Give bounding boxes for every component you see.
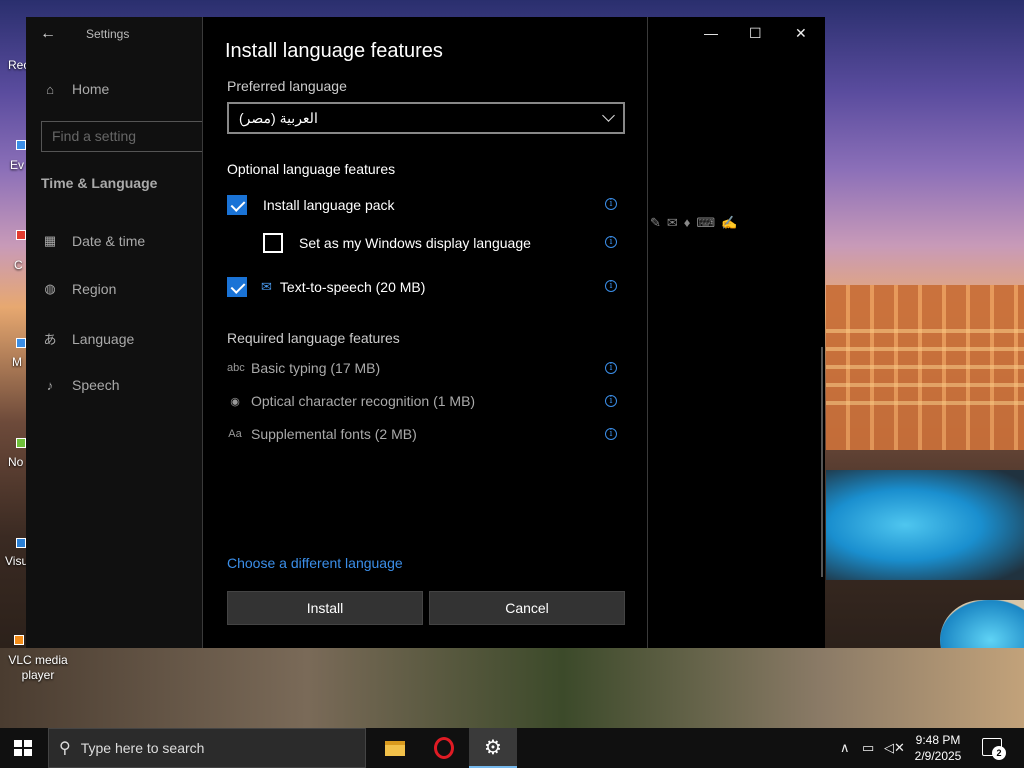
- required-feature-label: Basic typing (17 MB): [251, 360, 381, 376]
- chevron-down-icon: [602, 109, 615, 122]
- vlc-icon: [14, 635, 24, 645]
- text-to-speech-option[interactable]: ✉ Text-to-speech (20 MB): [227, 277, 425, 297]
- sidebar-item-date-time[interactable]: ▦ Date & time: [42, 233, 145, 249]
- required-feature-basic-typing: abc Basic typing (17 MB): [227, 360, 380, 376]
- sidebar-section-heading: Time & Language: [41, 175, 158, 191]
- install-language-pack-option[interactable]: Install language pack: [227, 195, 395, 215]
- desktop-icon-m[interactable]: M: [12, 355, 22, 369]
- info-icon[interactable]: i: [605, 280, 617, 292]
- taskbar-search-input[interactable]: ⚲ Type here to search: [48, 728, 366, 768]
- maximize-button[interactable]: ☐: [749, 25, 762, 42]
- required-feature-label: Optical character recognition (1 MB): [251, 393, 476, 409]
- language-feature-icons: ✎✉♦⌨✍: [650, 215, 744, 230]
- option-label: Install language pack: [263, 197, 395, 213]
- font-aa-icon: Aa: [228, 428, 242, 440]
- sidebar-item-label: Date & time: [72, 233, 146, 249]
- edge-icon: [16, 338, 26, 348]
- notepad-icon: [16, 438, 26, 448]
- required-feature-ocr: ◉ Optical character recognition (1 MB): [227, 393, 475, 409]
- microphone-icon: ♪: [46, 377, 54, 393]
- close-button[interactable]: ✕: [795, 25, 807, 42]
- info-icon[interactable]: i: [605, 395, 617, 407]
- desktop-icon-no[interactable]: No: [8, 455, 23, 469]
- desktop-icon-visu[interactable]: Visu: [5, 554, 28, 568]
- chevron-up-icon[interactable]: ∧: [840, 740, 850, 756]
- wallpaper-pool: [826, 470, 1024, 580]
- sidebar-item-label: Speech: [72, 377, 120, 393]
- required-feature-label: Supplemental fonts (2 MB): [251, 426, 417, 442]
- cancel-button[interactable]: Cancel: [429, 591, 625, 625]
- sidebar-item-language[interactable]: あ Language: [42, 329, 134, 348]
- ocr-eye-icon: ◉: [230, 395, 240, 408]
- display-language-checkbox[interactable]: [263, 233, 283, 253]
- desktop-icon-vlc[interactable]: VLC media player: [8, 653, 68, 683]
- required-feature-fonts: Aa Supplemental fonts (2 MB): [227, 426, 417, 442]
- minimize-button[interactable]: —: [704, 25, 718, 41]
- option-label: Set as my Windows display language: [299, 235, 531, 251]
- desktop-icon-ev[interactable]: Ev: [10, 158, 24, 172]
- vscode-icon: [16, 538, 26, 548]
- clock-date: 2/9/2025: [914, 749, 962, 763]
- search-icon: ⚲: [59, 740, 71, 757]
- sidebar-item-home[interactable]: ⌂ Home: [42, 81, 109, 97]
- desktop-icons: Rec Ev C M No Visu: [0, 0, 29, 728]
- info-icon[interactable]: i: [605, 428, 617, 440]
- desktop-icon-c[interactable]: C: [14, 258, 23, 272]
- wallpaper-buildings: [826, 285, 1024, 450]
- preferred-language-label: Preferred language: [227, 78, 347, 94]
- info-icon[interactable]: i: [605, 198, 617, 210]
- calendar-clock-icon: ▦: [43, 233, 57, 248]
- scrollbar[interactable]: [821, 347, 823, 577]
- back-arrow-icon[interactable]: ←: [40, 25, 56, 43]
- abc-typing-icon: abc: [227, 362, 245, 374]
- text-to-speech-icon: ✉: [261, 279, 272, 294]
- windows-start-icon[interactable]: [14, 740, 32, 756]
- sidebar-item-region[interactable]: ◍ Region: [42, 281, 116, 297]
- required-features-heading: Required language features: [227, 330, 400, 346]
- display-language-option[interactable]: Set as my Windows display language: [263, 233, 531, 253]
- info-icon[interactable]: i: [605, 362, 617, 374]
- file-explorer-icon[interactable]: [371, 728, 419, 768]
- taskbar-search-placeholder: Type here to search: [80, 740, 205, 756]
- find-setting-input[interactable]: Find a setting: [41, 121, 211, 152]
- text-to-speech-checkbox[interactable]: [227, 277, 247, 297]
- optional-features-heading: Optional language features: [227, 161, 396, 177]
- option-label: Text-to-speech (20 MB): [279, 279, 426, 295]
- chrome-icon: [16, 230, 26, 240]
- info-icon[interactable]: i: [605, 236, 617, 248]
- wallpaper-ground: [0, 648, 1024, 728]
- install-language-dialog: Install language features Preferred lang…: [202, 17, 648, 648]
- preferred-language-value: العربية (مصر): [239, 109, 318, 126]
- volume-muted-icon[interactable]: ◁✕: [884, 740, 905, 756]
- sidebar-item-label: Region: [72, 281, 117, 297]
- clock-time: 9:48 PM: [915, 733, 961, 747]
- preferred-language-select[interactable]: العربية (مصر): [227, 102, 625, 134]
- settings-gear-icon[interactable]: ⚙: [469, 728, 517, 768]
- install-button[interactable]: Install: [227, 591, 423, 625]
- choose-different-language-link[interactable]: Choose a different language: [227, 555, 403, 571]
- taskbar-clock[interactable]: 9:48 PM 2/9/2025: [908, 732, 968, 764]
- notification-count-badge: 2: [992, 746, 1006, 760]
- language-icon: あ: [43, 332, 57, 347]
- sidebar-item-speech[interactable]: ♪ Speech: [42, 377, 120, 393]
- sidebar-item-label: Home: [72, 81, 110, 97]
- network-icon[interactable]: ▭: [862, 740, 874, 756]
- shortcut-icon: [16, 140, 26, 150]
- settings-title: Settings: [86, 27, 130, 41]
- install-language-pack-checkbox[interactable]: [227, 195, 247, 215]
- dialog-title: Install language features: [225, 40, 443, 62]
- home-icon: ⌂: [46, 81, 54, 97]
- taskbar: ⚲ Type here to search ⚙ ∧ ▭ ◁✕ 9:48 PM 2…: [0, 728, 1024, 768]
- globe-icon: ◍: [44, 281, 56, 296]
- sidebar-item-label: Language: [72, 330, 135, 347]
- opera-icon[interactable]: [420, 728, 468, 768]
